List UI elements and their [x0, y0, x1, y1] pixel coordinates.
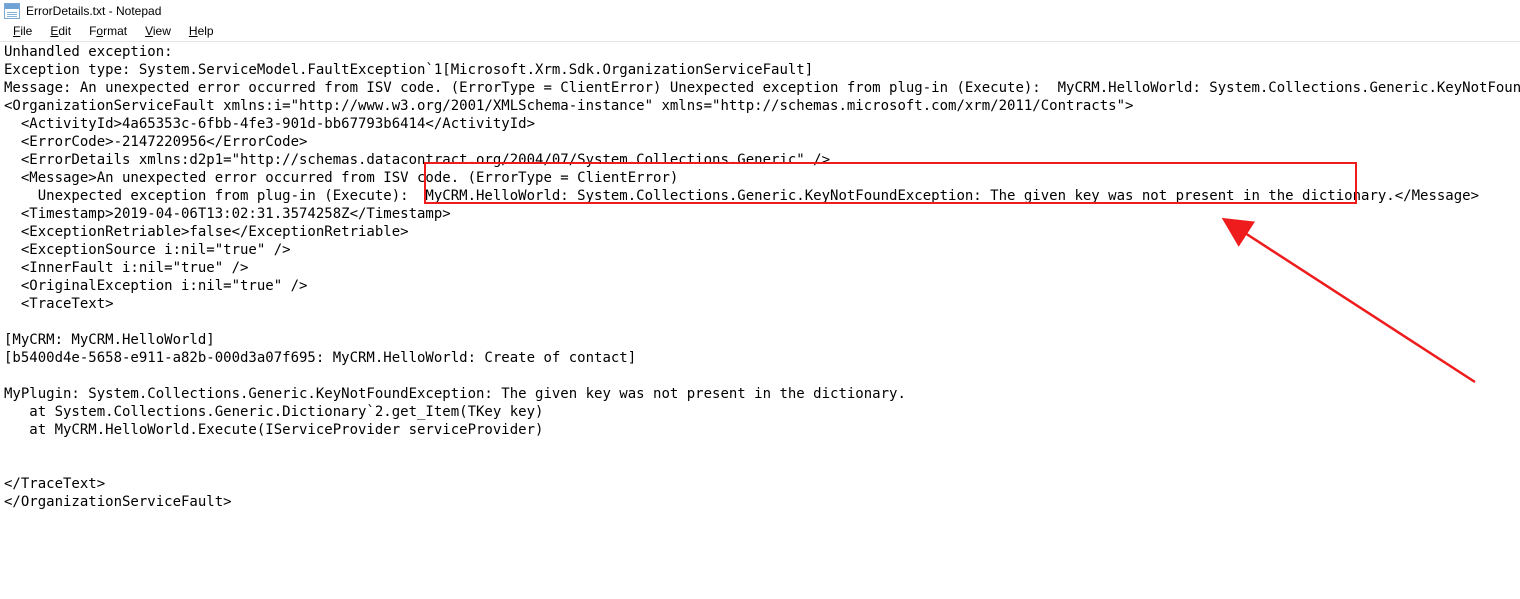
line-9: Unexpected exception from plug-in (Execu…	[4, 188, 1479, 204]
line-1: Unhandled exception:	[4, 44, 181, 60]
line-17: [MyCRM: MyCRM.HelloWorld]	[4, 332, 215, 348]
line-3: Message: An unexpected error occurred fr…	[4, 80, 1520, 96]
line-4: <OrganizationServiceFault xmlns:i="http:…	[4, 98, 1133, 114]
menu-edit-rest: dit	[58, 24, 71, 38]
menu-format[interactable]: Format	[80, 22, 136, 41]
line-18: [b5400d4e-5658-e911-a82b-000d3a07f695: M…	[4, 350, 636, 366]
line-10: <Timestamp>2019-04-06T13:02:31.3574258Z<…	[4, 206, 451, 222]
window-titlebar: ErrorDetails.txt - Notepad	[0, 0, 1520, 22]
menu-format-rest: rmat	[103, 24, 127, 38]
line-21: at System.Collections.Generic.Dictionary…	[4, 404, 543, 420]
line-12: <ExceptionSource i:nil="true" />	[4, 242, 291, 258]
line-25: </TraceText>	[4, 476, 105, 492]
text-area[interactable]: Unhandled exception: Exception type: Sys…	[0, 42, 1520, 599]
menu-file-rest: ile	[20, 24, 32, 38]
line-6: <ErrorCode>-2147220956</ErrorCode>	[4, 134, 307, 150]
menu-edit[interactable]: Edit	[41, 22, 80, 41]
line-26: </OrganizationServiceFault>	[4, 494, 232, 510]
menu-view[interactable]: View	[136, 22, 180, 41]
line-20: MyPlugin: System.Collections.Generic.Key…	[4, 386, 906, 402]
window-title: ErrorDetails.txt - Notepad	[26, 4, 161, 18]
line-2: Exception type: System.ServiceModel.Faul…	[4, 62, 813, 78]
menu-bar: File Edit Format View Help	[0, 22, 1520, 42]
line-5: <ActivityId>4a65353c-6fbb-4fe3-901d-bb67…	[4, 116, 535, 132]
menu-help-rest: elp	[198, 24, 214, 38]
annotation-arrow	[1215, 212, 1480, 387]
menu-view-rest: iew	[153, 24, 171, 38]
notepad-icon	[4, 3, 20, 19]
line-15: <TraceText>	[4, 296, 114, 312]
line-7: <ErrorDetails xmlns:d2p1="http://schemas…	[4, 152, 830, 168]
line-11: <ExceptionRetriable>false</ExceptionRetr…	[4, 224, 409, 240]
menu-help[interactable]: Help	[180, 22, 223, 41]
line-22: at MyCRM.HelloWorld.Execute(IServiceProv…	[4, 422, 543, 438]
line-14: <OriginalException i:nil="true" />	[4, 278, 307, 294]
line-8: <Message>An unexpected error occurred fr…	[4, 170, 678, 186]
line-13: <InnerFault i:nil="true" />	[4, 260, 248, 276]
menu-file[interactable]: File	[4, 22, 41, 41]
